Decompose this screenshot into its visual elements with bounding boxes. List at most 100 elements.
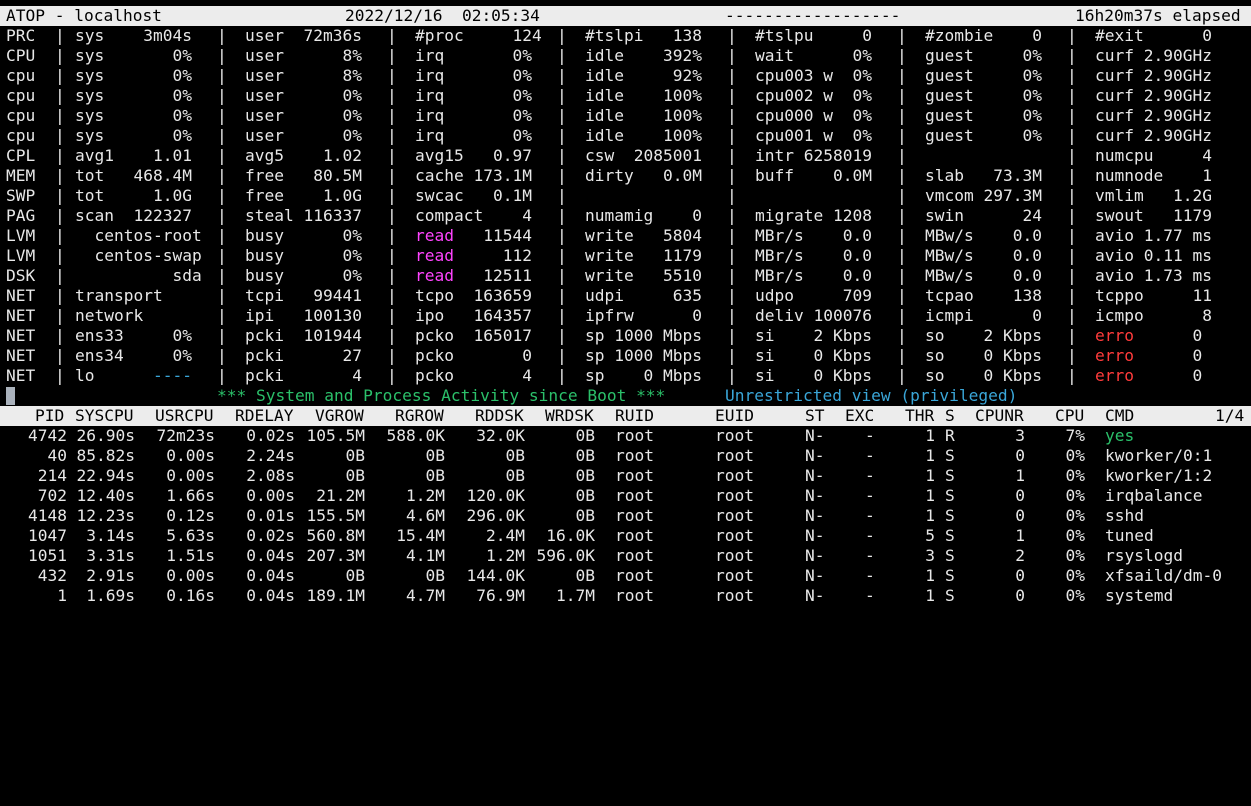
metric-cell: user 72m36s	[245, 26, 362, 45]
col-wrdsk: WRDSK	[545, 406, 594, 425]
column-separator: |	[1067, 306, 1077, 325]
summary-row-cpu: CPU | | | | | | | sys 0% user 8% irq 0% idle 392% wa…	[0, 46, 1251, 66]
process-euid: root	[715, 426, 754, 445]
process-cmd: irqbalance	[1105, 486, 1203, 505]
process-row[interactable]: 432 2.91s 0.00s 0.04s 0B 0B 144.0K 0B root root N-…	[0, 566, 1251, 586]
process-rddsk: 2.4M	[486, 526, 525, 545]
column-separator: |	[217, 126, 227, 145]
process-ruid: root	[615, 526, 654, 545]
metric-cell: curf 2.90GHz	[1095, 66, 1212, 85]
metric-cell: free 1.0G	[245, 186, 362, 205]
metric-cell: avio 1.73 ms	[1095, 266, 1212, 285]
column-separator: |	[557, 166, 567, 185]
column-separator: |	[387, 226, 397, 245]
column-separator: |	[55, 146, 65, 165]
column-separator: |	[387, 286, 397, 305]
process-row[interactable]: 214 22.94s 0.00s 2.08s 0B 0B 0B 0B root root N- -1 S…	[0, 466, 1251, 486]
metric-cell: swcac 0.1M	[415, 186, 532, 205]
summary-row-net: NET | | | | | | | transport tcpi 99441 tcpo 163659…	[0, 286, 1251, 306]
process-cmd: tuned	[1105, 526, 1154, 545]
column-separator: |	[727, 186, 737, 205]
process-usrcpu: 5.63s	[166, 526, 215, 545]
col-cmd: CMD	[1105, 406, 1135, 425]
process-s: S	[945, 466, 955, 485]
metric-cell: user 0%	[245, 86, 362, 105]
process-euid: root	[715, 506, 754, 525]
process-wrdsk: 0B	[575, 446, 596, 465]
process-syscpu: 26.90s	[76, 426, 135, 445]
column-separator: |	[557, 286, 567, 305]
summary-row-prc: PRC | | | | | | | sys 3m04s user 72m36s #proc 124 #…	[0, 26, 1251, 46]
process-syscpu: 12.23s	[76, 506, 135, 525]
process-ruid: root	[615, 506, 654, 525]
column-separator: |	[387, 66, 397, 85]
col-usrcpu: USRCPU	[155, 406, 214, 425]
elapsed-time: 16h20m37s elapsed	[1075, 6, 1241, 25]
column-separator: |	[217, 346, 227, 365]
process-cpunr: 0	[1015, 506, 1025, 525]
column-separator: |	[557, 46, 567, 65]
metric-cell: guest 0%	[925, 126, 1042, 145]
column-separator: |	[557, 366, 567, 385]
column-separator: |	[727, 86, 737, 105]
process-euid: root	[715, 526, 754, 545]
process-rdelay: 0.00s	[246, 486, 295, 505]
process-rdelay: 0.01s	[246, 506, 295, 525]
column-separator: |	[727, 246, 737, 265]
column-separator: |	[1067, 146, 1077, 165]
summary-row-dsk: DSK | | | | | | | sda busy 0% read 12511 write 551…	[0, 266, 1251, 286]
process-cpunr: 3	[1015, 426, 1025, 445]
column-separator: |	[897, 166, 907, 185]
column-separator: |	[557, 86, 567, 105]
process-wrdsk: 0B	[575, 506, 596, 525]
metric-cell: busy 0%	[245, 226, 362, 245]
column-separator: |	[1067, 226, 1077, 245]
process-st: N-	[805, 446, 825, 465]
process-euid: root	[715, 566, 754, 585]
metric-cell: idle 392%	[585, 46, 702, 65]
process-wrdsk: 0B	[575, 426, 596, 445]
column-separator: |	[897, 266, 907, 285]
summary-row-swp: SWP | | | | | | | tot 1.0G free 1.0G swcac 0.1M vmc…	[0, 186, 1251, 206]
col-s: S	[945, 406, 955, 425]
metric-cell: scan 122327	[75, 206, 192, 225]
process-rgrow: 4.1M	[406, 546, 445, 565]
column-separator: |	[1067, 106, 1077, 125]
process-row[interactable]: 4148 12.23s 0.12s 0.01s 155.5M 4.6M 296.0K 0B ro…	[0, 506, 1251, 526]
metric-cell: avio 0.11 ms	[1095, 246, 1212, 265]
process-s: R	[945, 426, 955, 445]
column-separator: |	[55, 286, 65, 305]
process-row[interactable]: 1047 3.14s 5.63s 0.02s 560.8M 15.4M 2.4M 16.0K r…	[0, 526, 1251, 546]
column-separator: |	[55, 226, 65, 245]
column-separator: |	[1067, 126, 1077, 145]
column-separator: |	[217, 66, 227, 85]
process-table-header: PID SYSCPU USRCPU RDELAY VGROW RGROW RDD…	[0, 406, 1251, 426]
column-separator: |	[557, 206, 567, 225]
metric-cell: #tslpi 138	[585, 26, 702, 45]
metric-cell: busy 0%	[245, 266, 362, 285]
metric-cell: cpu002 w 0%	[755, 86, 872, 105]
col-exc: EXC	[845, 406, 875, 425]
process-cmd: yes	[1105, 426, 1135, 445]
col-rgrow: RGROW	[395, 406, 444, 425]
col-vgrow: VGROW	[315, 406, 364, 425]
metric-cell: avg1 1.01	[75, 146, 192, 165]
summary-row-net: NET | | | | | | | ens34 0% pcki 27 pcko 0 sp 1000 M…	[0, 346, 1251, 366]
process-thr: 1	[925, 586, 935, 605]
process-syscpu: 85.82s	[76, 446, 135, 465]
process-vgrow: 21.2M	[316, 486, 365, 505]
process-row[interactable]: 40 85.82s 0.00s 2.24s 0B 0B 0B 0B root root N- - 1 S 0…	[0, 446, 1251, 466]
status-line: *** System and Process Activity since Bo…	[0, 386, 1251, 406]
metric-cell: guest 0%	[925, 66, 1042, 85]
column-separator: |	[897, 206, 907, 225]
process-row[interactable]: 1051 3.31s 1.51s 0.04s 207.3M 4.1M 1.2M 596.0K r…	[0, 546, 1251, 566]
process-row[interactable]: 1 1.69s 0.16s 0.04s 189.1M 4.7M 76.9M 1.7M root r…	[0, 586, 1251, 606]
process-row[interactable]: 4742 26.90s 72m23s 0.02s 105.5M 588.0K 32.0K 0B…	[0, 426, 1251, 446]
metric-cell: tcpo 163659	[415, 286, 532, 305]
process-row[interactable]: 702 12.40s 1.66s 0.00s 21.2M 1.2M 120.0K 0B root…	[0, 486, 1251, 506]
process-rgrow: 0B	[425, 446, 446, 465]
process-wrdsk: 16.0K	[546, 526, 595, 545]
atop-terminal[interactable]: ATOP - localhost 2022/12/16 02:05:34 ---…	[0, 0, 1251, 606]
column-separator: |	[217, 106, 227, 125]
column-separator: |	[387, 306, 397, 325]
